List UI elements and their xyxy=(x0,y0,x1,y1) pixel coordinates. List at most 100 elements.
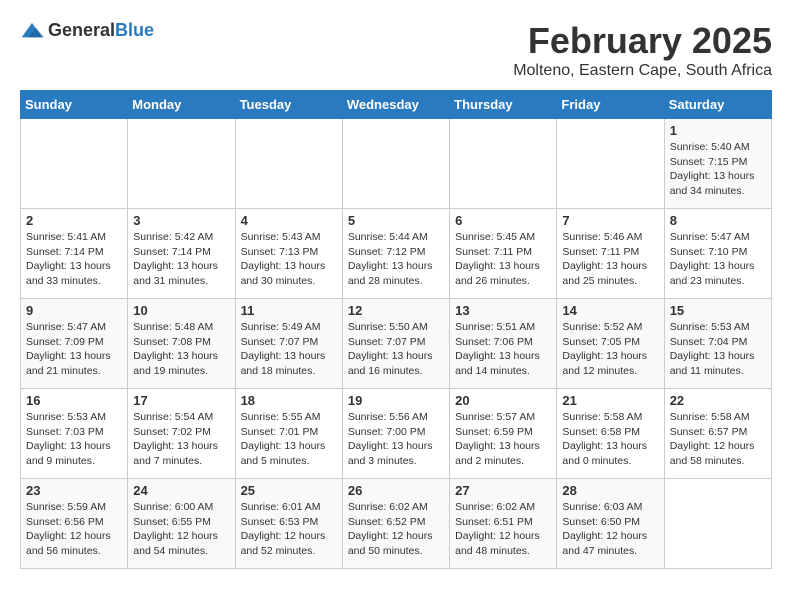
day-info: Sunrise: 6:00 AM Sunset: 6:55 PM Dayligh… xyxy=(133,500,229,559)
day-cell: 7 Sunrise: 5:46 AM Sunset: 7:11 PM Daylig… xyxy=(557,209,664,299)
logo-icon xyxy=(20,21,44,41)
day-cell: 18 Sunrise: 5:55 AM Sunset: 7:01 PM Dayli… xyxy=(235,389,342,479)
day-number: 4 xyxy=(241,213,337,228)
header-cell-saturday: Saturday xyxy=(664,91,771,119)
day-cell: 5 Sunrise: 5:44 AM Sunset: 7:12 PM Daylig… xyxy=(342,209,449,299)
day-cell: 17 Sunrise: 5:54 AM Sunset: 7:02 PM Dayli… xyxy=(128,389,235,479)
day-info: Sunrise: 5:53 AM Sunset: 7:03 PM Dayligh… xyxy=(26,410,122,469)
day-cell: 15 Sunrise: 5:53 AM Sunset: 7:04 PM Dayli… xyxy=(664,299,771,389)
day-number: 14 xyxy=(562,303,658,318)
main-title: February 2025 xyxy=(513,20,772,62)
day-info: Sunrise: 6:03 AM Sunset: 6:50 PM Dayligh… xyxy=(562,500,658,559)
day-number: 27 xyxy=(455,483,551,498)
day-cell: 28 Sunrise: 6:03 AM Sunset: 6:50 PM Dayli… xyxy=(557,479,664,569)
day-cell: 26 Sunrise: 6:02 AM Sunset: 6:52 PM Dayli… xyxy=(342,479,449,569)
day-info: Sunrise: 5:46 AM Sunset: 7:11 PM Dayligh… xyxy=(562,230,658,289)
title-area: February 2025 Molteno, Eastern Cape, Sou… xyxy=(513,20,772,80)
day-number: 22 xyxy=(670,393,766,408)
day-number: 17 xyxy=(133,393,229,408)
day-cell: 6 Sunrise: 5:45 AM Sunset: 7:11 PM Daylig… xyxy=(450,209,557,299)
day-number: 18 xyxy=(241,393,337,408)
day-number: 3 xyxy=(133,213,229,228)
day-info: Sunrise: 5:57 AM Sunset: 6:59 PM Dayligh… xyxy=(455,410,551,469)
logo-text-blue: Blue xyxy=(115,20,154,40)
day-number: 5 xyxy=(348,213,444,228)
day-number: 24 xyxy=(133,483,229,498)
day-info: Sunrise: 5:49 AM Sunset: 7:07 PM Dayligh… xyxy=(241,320,337,379)
day-number: 7 xyxy=(562,213,658,228)
calendar-table: SundayMondayTuesdayWednesdayThursdayFrid… xyxy=(20,90,772,569)
day-cell xyxy=(235,119,342,209)
day-info: Sunrise: 6:02 AM Sunset: 6:51 PM Dayligh… xyxy=(455,500,551,559)
logo: GeneralBlue xyxy=(20,20,154,41)
day-cell: 1 Sunrise: 5:40 AM Sunset: 7:15 PM Daylig… xyxy=(664,119,771,209)
day-info: Sunrise: 6:02 AM Sunset: 6:52 PM Dayligh… xyxy=(348,500,444,559)
day-number: 28 xyxy=(562,483,658,498)
day-number: 23 xyxy=(26,483,122,498)
day-info: Sunrise: 5:59 AM Sunset: 6:56 PM Dayligh… xyxy=(26,500,122,559)
day-info: Sunrise: 5:44 AM Sunset: 7:12 PM Dayligh… xyxy=(348,230,444,289)
day-cell: 22 Sunrise: 5:58 AM Sunset: 6:57 PM Dayli… xyxy=(664,389,771,479)
day-info: Sunrise: 5:51 AM Sunset: 7:06 PM Dayligh… xyxy=(455,320,551,379)
header-row: SundayMondayTuesdayWednesdayThursdayFrid… xyxy=(21,91,772,119)
day-cell xyxy=(557,119,664,209)
day-number: 12 xyxy=(348,303,444,318)
day-number: 11 xyxy=(241,303,337,318)
day-info: Sunrise: 5:42 AM Sunset: 7:14 PM Dayligh… xyxy=(133,230,229,289)
day-number: 21 xyxy=(562,393,658,408)
day-info: Sunrise: 5:54 AM Sunset: 7:02 PM Dayligh… xyxy=(133,410,229,469)
subtitle: Molteno, Eastern Cape, South Africa xyxy=(513,62,772,80)
header-cell-thursday: Thursday xyxy=(450,91,557,119)
day-cell: 23 Sunrise: 5:59 AM Sunset: 6:56 PM Dayli… xyxy=(21,479,128,569)
day-cell: 12 Sunrise: 5:50 AM Sunset: 7:07 PM Dayli… xyxy=(342,299,449,389)
day-cell: 19Sunrise: 5:56 AM Sunset: 7:00 PM Dayli… xyxy=(342,389,449,479)
day-info: Sunrise: 5:47 AM Sunset: 7:10 PM Dayligh… xyxy=(670,230,766,289)
day-cell: 25Sunrise: 6:01 AM Sunset: 6:53 PM Dayli… xyxy=(235,479,342,569)
day-info: Sunrise: 5:43 AM Sunset: 7:13 PM Dayligh… xyxy=(241,230,337,289)
day-cell xyxy=(342,119,449,209)
day-number: 26 xyxy=(348,483,444,498)
header-cell-wednesday: Wednesday xyxy=(342,91,449,119)
header-cell-tuesday: Tuesday xyxy=(235,91,342,119)
week-row-0: 1 Sunrise: 5:40 AM Sunset: 7:15 PM Daylig… xyxy=(21,119,772,209)
day-info: Sunrise: 5:52 AM Sunset: 7:05 PM Dayligh… xyxy=(562,320,658,379)
day-cell: 20 Sunrise: 5:57 AM Sunset: 6:59 PM Dayli… xyxy=(450,389,557,479)
day-number: 6 xyxy=(455,213,551,228)
day-cell: 14 Sunrise: 5:52 AM Sunset: 7:05 PM Dayli… xyxy=(557,299,664,389)
day-number: 8 xyxy=(670,213,766,228)
day-number: 1 xyxy=(670,123,766,138)
day-info: Sunrise: 5:58 AM Sunset: 6:57 PM Dayligh… xyxy=(670,410,766,469)
day-cell: 4 Sunrise: 5:43 AM Sunset: 7:13 PM Daylig… xyxy=(235,209,342,299)
day-cell xyxy=(128,119,235,209)
day-cell: 3 Sunrise: 5:42 AM Sunset: 7:14 PM Daylig… xyxy=(128,209,235,299)
day-cell: 9 Sunrise: 5:47 AM Sunset: 7:09 PM Daylig… xyxy=(21,299,128,389)
header-cell-monday: Monday xyxy=(128,91,235,119)
day-cell xyxy=(21,119,128,209)
day-info: Sunrise: 5:55 AM Sunset: 7:01 PM Dayligh… xyxy=(241,410,337,469)
day-info: Sunrise: 5:45 AM Sunset: 7:11 PM Dayligh… xyxy=(455,230,551,289)
day-number: 2 xyxy=(26,213,122,228)
day-info: Sunrise: 5:41 AM Sunset: 7:14 PM Dayligh… xyxy=(26,230,122,289)
week-row-2: 9 Sunrise: 5:47 AM Sunset: 7:09 PM Daylig… xyxy=(21,299,772,389)
day-number: 20 xyxy=(455,393,551,408)
day-number: 16 xyxy=(26,393,122,408)
day-info: Sunrise: 6:01 AM Sunset: 6:53 PM Dayligh… xyxy=(241,500,337,559)
day-number: 9 xyxy=(26,303,122,318)
header-cell-sunday: Sunday xyxy=(21,91,128,119)
day-cell: 8 Sunrise: 5:47 AM Sunset: 7:10 PM Daylig… xyxy=(664,209,771,299)
day-info: Sunrise: 5:40 AM Sunset: 7:15 PM Dayligh… xyxy=(670,140,766,199)
header-cell-friday: Friday xyxy=(557,91,664,119)
week-row-3: 16 Sunrise: 5:53 AM Sunset: 7:03 PM Dayli… xyxy=(21,389,772,479)
day-number: 10 xyxy=(133,303,229,318)
day-number: 13 xyxy=(455,303,551,318)
day-cell: 16 Sunrise: 5:53 AM Sunset: 7:03 PM Dayli… xyxy=(21,389,128,479)
logo-text-general: General xyxy=(48,20,115,40)
header: GeneralBlue February 2025 Molteno, Easte… xyxy=(20,20,772,80)
day-cell: 27 Sunrise: 6:02 AM Sunset: 6:51 PM Dayli… xyxy=(450,479,557,569)
day-cell xyxy=(664,479,771,569)
day-number: 15 xyxy=(670,303,766,318)
day-info: Sunrise: 5:53 AM Sunset: 7:04 PM Dayligh… xyxy=(670,320,766,379)
day-info: Sunrise: 5:50 AM Sunset: 7:07 PM Dayligh… xyxy=(348,320,444,379)
day-cell xyxy=(450,119,557,209)
day-info: Sunrise: 5:47 AM Sunset: 7:09 PM Dayligh… xyxy=(26,320,122,379)
